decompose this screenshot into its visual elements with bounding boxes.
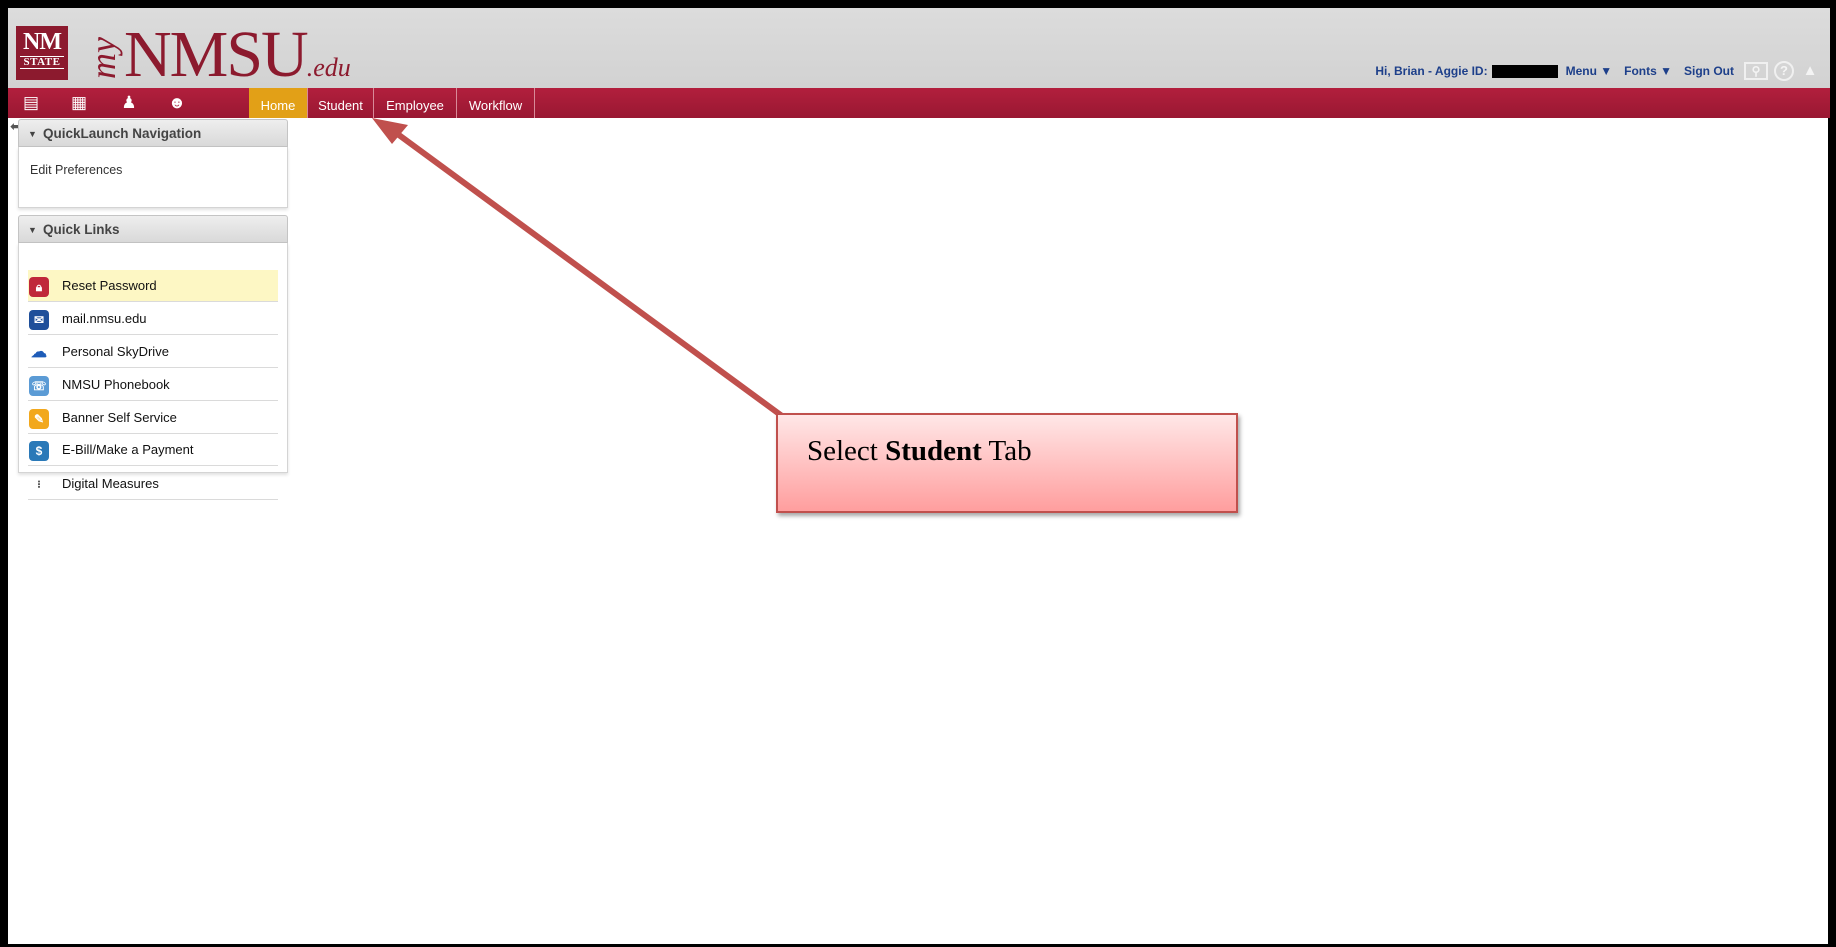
cloud-icon: ☁ [31, 344, 47, 361]
annotation-prefix: Select [807, 435, 878, 467]
group-icon[interactable]: ☻ [166, 93, 188, 113]
quick-link-label: E-Bill/Make a Payment [62, 442, 194, 457]
quick-link-banner[interactable]: ✎ Banner Self Service [28, 402, 278, 434]
wrench-icon: ✎ [29, 409, 49, 429]
tab-student[interactable]: Student [308, 88, 374, 118]
quick-link-skydrive[interactable]: ☁ Personal SkyDrive [28, 336, 278, 368]
quick-link-label: Digital Measures [62, 476, 159, 491]
quick-links-header[interactable]: ▼ Quick Links [18, 215, 288, 243]
annotation-text: Select Student Tab [807, 435, 1032, 468]
annotation-callout: Select Student Tab [776, 413, 1238, 513]
collapse-caret-icon: ▼ [28, 129, 37, 139]
sign-out-link[interactable]: Sign Out [1684, 64, 1734, 78]
calendar-icon[interactable]: ▦ [68, 93, 90, 113]
quick-link-label: Banner Self Service [62, 410, 177, 425]
seal-line1: NM [23, 29, 62, 55]
annotation-bold: Student [885, 435, 982, 467]
quick-link-label: Reset Password [62, 278, 157, 293]
greeting-text: Hi, Brian - Aggie ID: [1375, 64, 1488, 78]
quick-link-label: NMSU Phonebook [62, 377, 170, 392]
payment-icon: $ [29, 441, 49, 461]
brand-suffix: .edu [306, 53, 351, 82]
seal-line2: STATE [20, 56, 64, 69]
collapse-up-icon[interactable]: ▲ [1800, 62, 1820, 80]
nmsu-seal-logo[interactable]: NM STATE [16, 26, 68, 80]
tab-employee[interactable]: Employee [374, 88, 457, 118]
fonts-dropdown[interactable]: Fonts ▼ [1624, 64, 1672, 78]
quick-link-label: Personal SkyDrive [62, 344, 169, 359]
quicklaunch-panel: Edit Preferences [18, 147, 288, 208]
quick-link-mail[interactable]: ✉ mail.nmsu.edu [28, 303, 278, 335]
quick-links-title: Quick Links [43, 222, 120, 237]
chart-dots-icon: ⁝ [37, 479, 41, 491]
quick-link-reset-password[interactable]: 🔒︎ Reset Password [28, 270, 278, 302]
tab-workflow[interactable]: Workflow [457, 88, 535, 118]
brand-prefix: my [82, 37, 123, 79]
annotation-suffix: Tab [988, 435, 1032, 467]
menu-dropdown[interactable]: Menu ▼ [1566, 64, 1613, 78]
quick-link-label: mail.nmsu.edu [62, 311, 147, 326]
quicklaunch-title: QuickLaunch Navigation [43, 126, 202, 141]
quick-link-phonebook[interactable]: ☏ NMSU Phonebook [28, 369, 278, 401]
quicklaunch-header[interactable]: ▼ QuickLaunch Navigation [18, 119, 288, 147]
phone-icon: ☏ [29, 376, 49, 396]
search-icon[interactable]: ⚲ [1744, 62, 1768, 80]
quick-link-ebill[interactable]: $ E-Bill/Make a Payment [28, 434, 278, 466]
lock-icon: 🔒︎ [29, 277, 49, 297]
inbox-icon[interactable]: ▤ [20, 93, 42, 113]
user-toolbar: Hi, Brian - Aggie ID: Menu ▼ Fonts ▼ Sig… [1375, 61, 1820, 81]
mynmsu-logo[interactable]: myNMSU.edu [82, 20, 351, 90]
brand-name: NMSU [123, 18, 309, 91]
people-icon[interactable]: ♟ [118, 93, 140, 113]
edit-preferences-link[interactable]: Edit Preferences [30, 163, 122, 177]
mail-icon: ✉ [29, 310, 49, 330]
help-icon[interactable]: ? [1774, 61, 1794, 81]
main-nav-bar: ▤ ▦ ♟ ☻ Home Student Employee Workflow [8, 88, 1830, 118]
tab-home[interactable]: Home [249, 88, 308, 118]
quick-link-digital-measures[interactable]: ⁝ Digital Measures [28, 468, 278, 500]
portal-header: NM STATE myNMSU.edu Hi, Brian - Aggie ID… [8, 8, 1830, 90]
redacted-aggie-id [1491, 64, 1558, 78]
collapse-caret-icon: ▼ [28, 225, 37, 235]
